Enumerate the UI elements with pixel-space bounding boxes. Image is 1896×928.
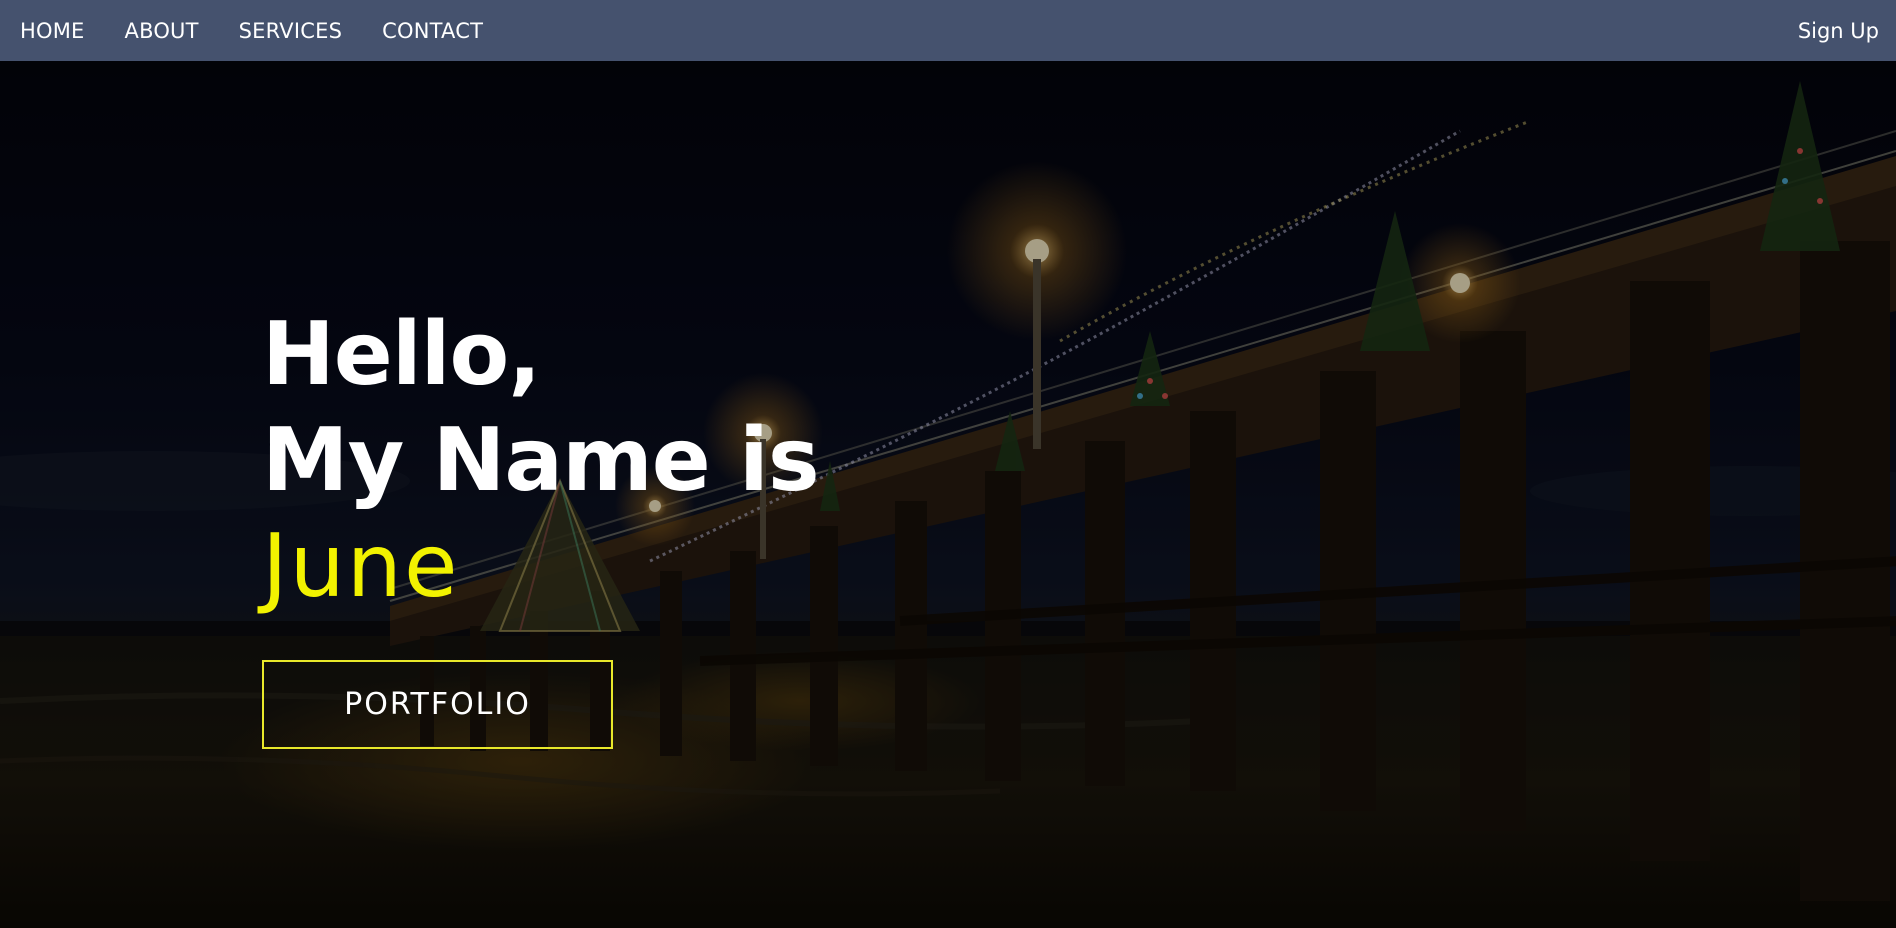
hero-name: June xyxy=(262,515,460,617)
hero-greeting: Hello, xyxy=(262,303,541,405)
hero-intro: My Name is xyxy=(262,409,820,511)
portfolio-button[interactable]: PORTFOLIO xyxy=(262,660,613,749)
hero-heading: Hello, My Name is June xyxy=(262,301,820,619)
nav-link-contact[interactable]: CONTACT xyxy=(382,19,483,43)
nav-link-services[interactable]: SERVICES xyxy=(239,19,342,43)
signup-link[interactable]: Sign Up xyxy=(1798,0,1879,61)
hero-section: Hello, My Name is June PORTFOLIO xyxy=(0,61,1896,928)
nav-link-home[interactable]: HOME xyxy=(20,19,85,43)
page: HOME ABOUT SERVICES CONTACT Sign Up Hell… xyxy=(0,0,1896,928)
nav-links: HOME ABOUT SERVICES CONTACT xyxy=(0,0,523,61)
nav-link-about[interactable]: ABOUT xyxy=(125,19,199,43)
navbar: HOME ABOUT SERVICES CONTACT Sign Up xyxy=(0,0,1896,61)
